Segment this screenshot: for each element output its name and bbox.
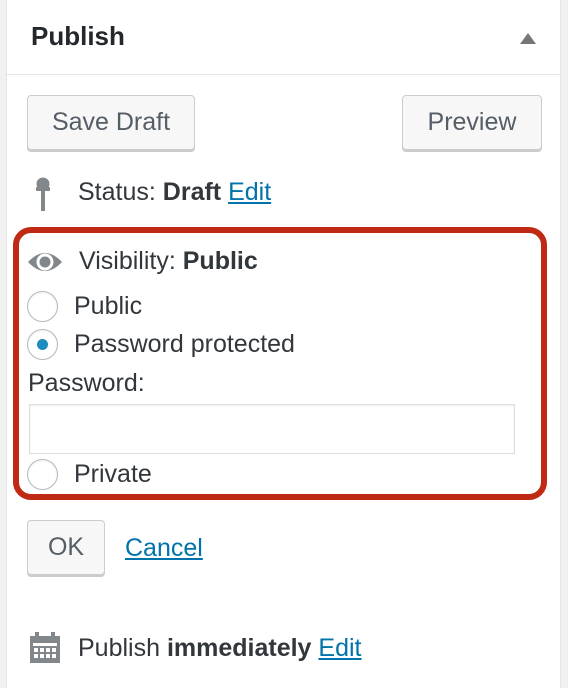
visibility-private-label[interactable]: Private: [74, 460, 152, 489]
eye-icon: [28, 253, 62, 271]
visibility-label: Visibility:: [79, 247, 176, 275]
visibility-password-radio[interactable]: [27, 329, 58, 360]
visibility-public-radio[interactable]: [27, 291, 58, 322]
visibility-value: Public: [182, 247, 258, 275]
status-edit-link[interactable]: Edit: [228, 178, 271, 206]
save-draft-button[interactable]: Save Draft: [27, 95, 195, 150]
password-field-label: Password:: [28, 369, 145, 397]
publish-panel: Publish Save Draft Preview Status: Draft…: [6, 0, 561, 688]
password-input[interactable]: [29, 404, 515, 454]
visibility-password-label[interactable]: Password protected: [74, 330, 295, 359]
status-row: Status: Draft Edit: [78, 178, 271, 207]
visibility-row: Visibility: Public: [79, 247, 258, 276]
preview-button[interactable]: Preview: [402, 95, 542, 150]
pin-icon: [36, 177, 50, 211]
collapse-toggle-icon[interactable]: [520, 33, 536, 44]
panel-header: Publish: [7, 0, 560, 75]
publish-value: immediately: [166, 634, 312, 662]
publish-edit-link[interactable]: Edit: [318, 634, 361, 662]
panel-title: Publish: [31, 21, 125, 51]
visibility-public-label[interactable]: Public: [74, 292, 142, 321]
visibility-private-radio[interactable]: [27, 459, 58, 490]
publish-label: Publish: [78, 634, 160, 662]
publish-row: Publish immediately Edit: [78, 634, 362, 663]
status-value: Draft: [162, 178, 222, 206]
status-label: Status:: [78, 178, 156, 206]
ok-button[interactable]: OK: [27, 520, 105, 575]
cancel-link[interactable]: Cancel: [125, 534, 203, 563]
calendar-icon: [30, 632, 60, 663]
